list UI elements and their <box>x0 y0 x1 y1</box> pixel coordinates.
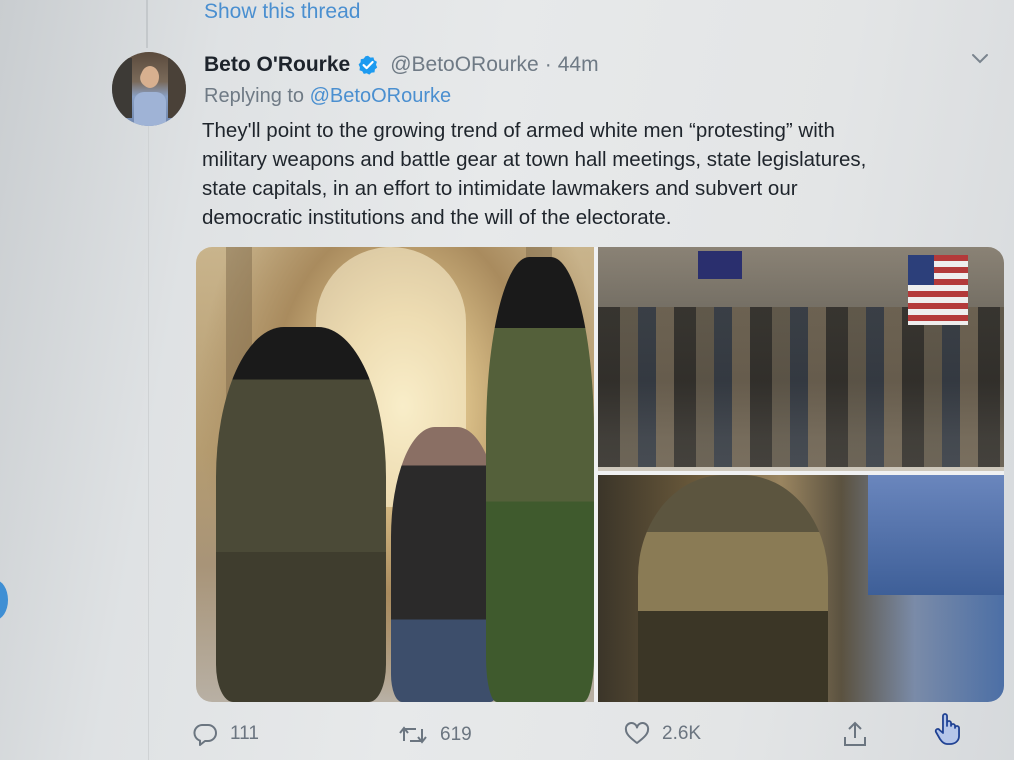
hand-cursor-icon <box>934 712 962 751</box>
reply-icon <box>192 722 218 746</box>
reply-button[interactable]: 111 <box>192 722 259 746</box>
avatar-bg-right <box>168 58 186 118</box>
photo-figure <box>638 475 828 702</box>
like-count: 2.6K <box>662 723 702 744</box>
show-thread-link[interactable]: Show this thread <box>204 0 360 24</box>
share-button[interactable] <box>842 720 868 748</box>
tweet-media-grid <box>196 247 1004 702</box>
tweet-body: They'll point to the growing trend of ar… <box>202 116 992 232</box>
photo-figure <box>486 257 594 702</box>
tweet-actions: 111 619 2.6K <box>0 718 1014 754</box>
author-avatar[interactable] <box>112 52 186 126</box>
chevron-down-icon[interactable] <box>970 52 990 66</box>
photo-figure <box>391 427 501 702</box>
reply-count: 111 <box>230 723 259 744</box>
share-icon <box>842 720 868 748</box>
tweet-text-line: military weapons and battle gear at town… <box>202 148 867 171</box>
retweet-button[interactable]: 619 <box>398 724 472 746</box>
replying-to-prefix: Replying to <box>204 85 305 107</box>
media-photo-armed-group-street[interactable] <box>598 475 1004 702</box>
retweet-icon <box>398 724 428 746</box>
photo-crowd <box>598 307 1004 467</box>
timeline-divider <box>148 120 149 760</box>
thread-connector-line <box>146 0 148 48</box>
replying-to: Replying to @BetoORourke <box>204 85 451 108</box>
heart-icon <box>624 722 650 746</box>
media-photo-capitol-interior[interactable] <box>196 247 594 702</box>
photo-sky-buildings <box>868 475 1004 595</box>
photo-figure <box>216 327 386 702</box>
tweet-text-line: They'll point to the growing trend of ar… <box>202 119 835 142</box>
tweet-timestamp[interactable]: 44m <box>558 53 599 77</box>
tweet-text-line: state capitals, in an effort to intimida… <box>202 177 798 200</box>
header-separator: · <box>544 53 552 76</box>
avatar-shirt <box>134 92 166 126</box>
photo-sign <box>698 251 742 279</box>
tweet-header: Beto O'Rourke @BetoORourke · 44m <box>204 50 599 80</box>
like-button[interactable]: 2.6K <box>624 722 701 746</box>
replying-to-handle[interactable]: @BetoORourke <box>310 85 451 107</box>
compose-button-edge[interactable] <box>0 580 8 620</box>
avatar-face <box>141 66 159 88</box>
author-name[interactable]: Beto O'Rourke <box>204 53 350 77</box>
retweet-count: 619 <box>440 724 472 745</box>
tweet-text-line: democratic institutions and the will of … <box>202 206 672 229</box>
photo-flag-canton <box>908 255 934 285</box>
media-photo-capitol-steps-crowd[interactable] <box>598 247 1004 471</box>
avatar-bg-left <box>112 58 132 118</box>
verified-badge-icon <box>358 55 378 75</box>
author-handle[interactable]: @BetoORourke <box>390 53 539 77</box>
